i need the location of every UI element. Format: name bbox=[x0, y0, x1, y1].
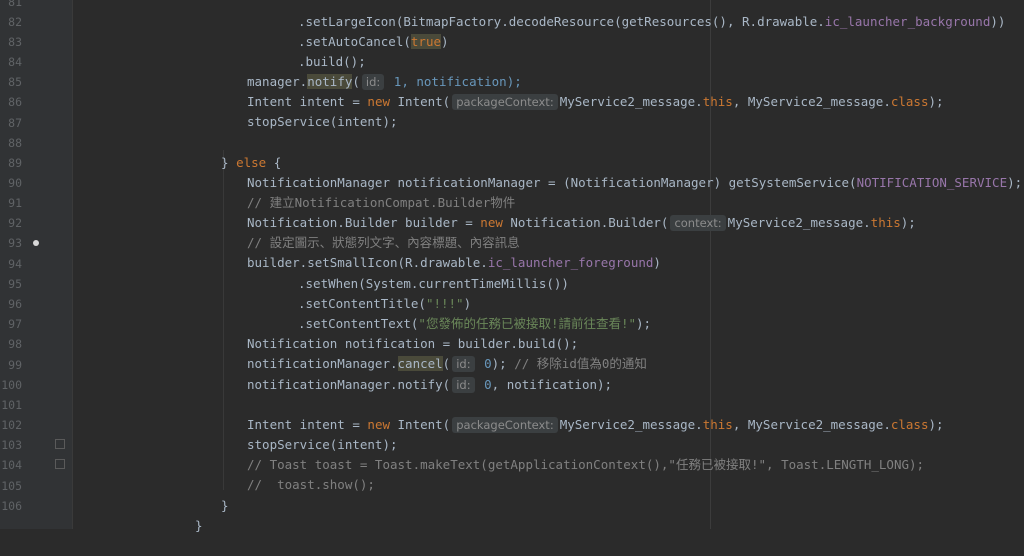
code-line: builder.setSmallIcon(R.drawable.ic_launc… bbox=[247, 255, 661, 270]
line-number: 87 bbox=[8, 116, 22, 130]
line-number: 97 bbox=[8, 317, 22, 331]
line-number: 106 bbox=[1, 499, 22, 513]
line-number: 95 bbox=[8, 277, 22, 291]
line-number: 101 bbox=[1, 398, 22, 412]
lightbulb-icon[interactable] bbox=[33, 240, 39, 246]
code-line: stopService(intent); bbox=[247, 114, 398, 129]
line-number: 81 bbox=[8, 0, 22, 9]
line-number: 105 bbox=[1, 479, 22, 493]
line-number-gutter[interactable]: 81 82 83 84 85 86 87 88 89 90 91 92 93 94 95 96 97 98 99 10… bbox=[0, 0, 73, 529]
code-line: Intent intent = new Intent(packageContex… bbox=[247, 417, 944, 433]
line-number: 84 bbox=[8, 55, 22, 69]
code-line: } bbox=[195, 518, 203, 533]
fold-marker-icon[interactable] bbox=[55, 459, 65, 469]
code-line: } bbox=[221, 498, 229, 513]
line-number: 96 bbox=[8, 297, 22, 311]
code-line: .setContentText("您發佈的任務已被接取!請前往查看!"); bbox=[298, 316, 652, 331]
code-line: Notification.Builder builder = new Notif… bbox=[247, 215, 916, 231]
code-editor[interactable]: 81 82 83 84 85 86 87 88 89 90 91 92 93 94 95 96 97 98 99 10… bbox=[0, 0, 1024, 533]
code-line: .build(); bbox=[298, 54, 366, 69]
code-line: notificationManager.notify(id: 0, notifi… bbox=[247, 377, 613, 393]
code-line: NotificationManager notificationManager … bbox=[247, 175, 1023, 190]
line-number: 98 bbox=[8, 337, 22, 351]
line-number: 103 bbox=[1, 438, 22, 452]
code-line: Intent intent = new Intent(packageContex… bbox=[247, 94, 944, 110]
code-line: // 建立NotificationCompat.Builder物件 bbox=[247, 195, 516, 210]
parameter-hint: id: bbox=[452, 377, 475, 393]
code-line: .setLargeIcon(BitmapFactory.decodeResour… bbox=[298, 14, 1006, 29]
code-line: // 設定圖示、狀態列文字、內容標題、內容訊息 bbox=[247, 235, 520, 250]
line-number: 88 bbox=[8, 136, 22, 150]
line-number: 100 bbox=[1, 378, 22, 392]
code-line: } else { bbox=[221, 155, 282, 170]
line-number: 85 bbox=[8, 75, 22, 89]
line-number: 102 bbox=[1, 418, 22, 432]
line-number: 82 bbox=[8, 15, 22, 29]
code-line: // Toast toast = Toast.makeText(getAppli… bbox=[247, 457, 925, 472]
line-number: 93 bbox=[8, 236, 22, 250]
code-line: // toast.show(); bbox=[247, 477, 375, 492]
code-line: .setWhen(System.currentTimeMillis()) bbox=[298, 276, 569, 291]
line-number: 83 bbox=[8, 35, 22, 49]
code-line: .setAutoCancel(true) bbox=[298, 34, 449, 49]
code-line: notificationManager.cancel(id: 0); // 移除… bbox=[247, 356, 647, 372]
code-line: stopService(intent); bbox=[247, 437, 398, 452]
fold-marker-icon[interactable] bbox=[55, 439, 65, 449]
code-line: manager.notify(id: 1, notification); bbox=[247, 74, 522, 90]
code-area[interactable]: .setLargeIcon(BitmapFactory.decodeResour… bbox=[73, 0, 1024, 533]
line-number: 104 bbox=[1, 458, 22, 472]
line-number: 91 bbox=[8, 196, 22, 210]
line-number: 89 bbox=[8, 156, 22, 170]
line-number: 90 bbox=[8, 176, 22, 190]
line-number: 99 bbox=[8, 358, 22, 372]
code-line: Notification notification = builder.buil… bbox=[247, 336, 579, 351]
line-number: 86 bbox=[8, 95, 22, 109]
code-line: .setContentTitle("!!!") bbox=[298, 296, 472, 311]
line-number: 94 bbox=[8, 257, 22, 271]
line-number: 92 bbox=[8, 216, 22, 230]
